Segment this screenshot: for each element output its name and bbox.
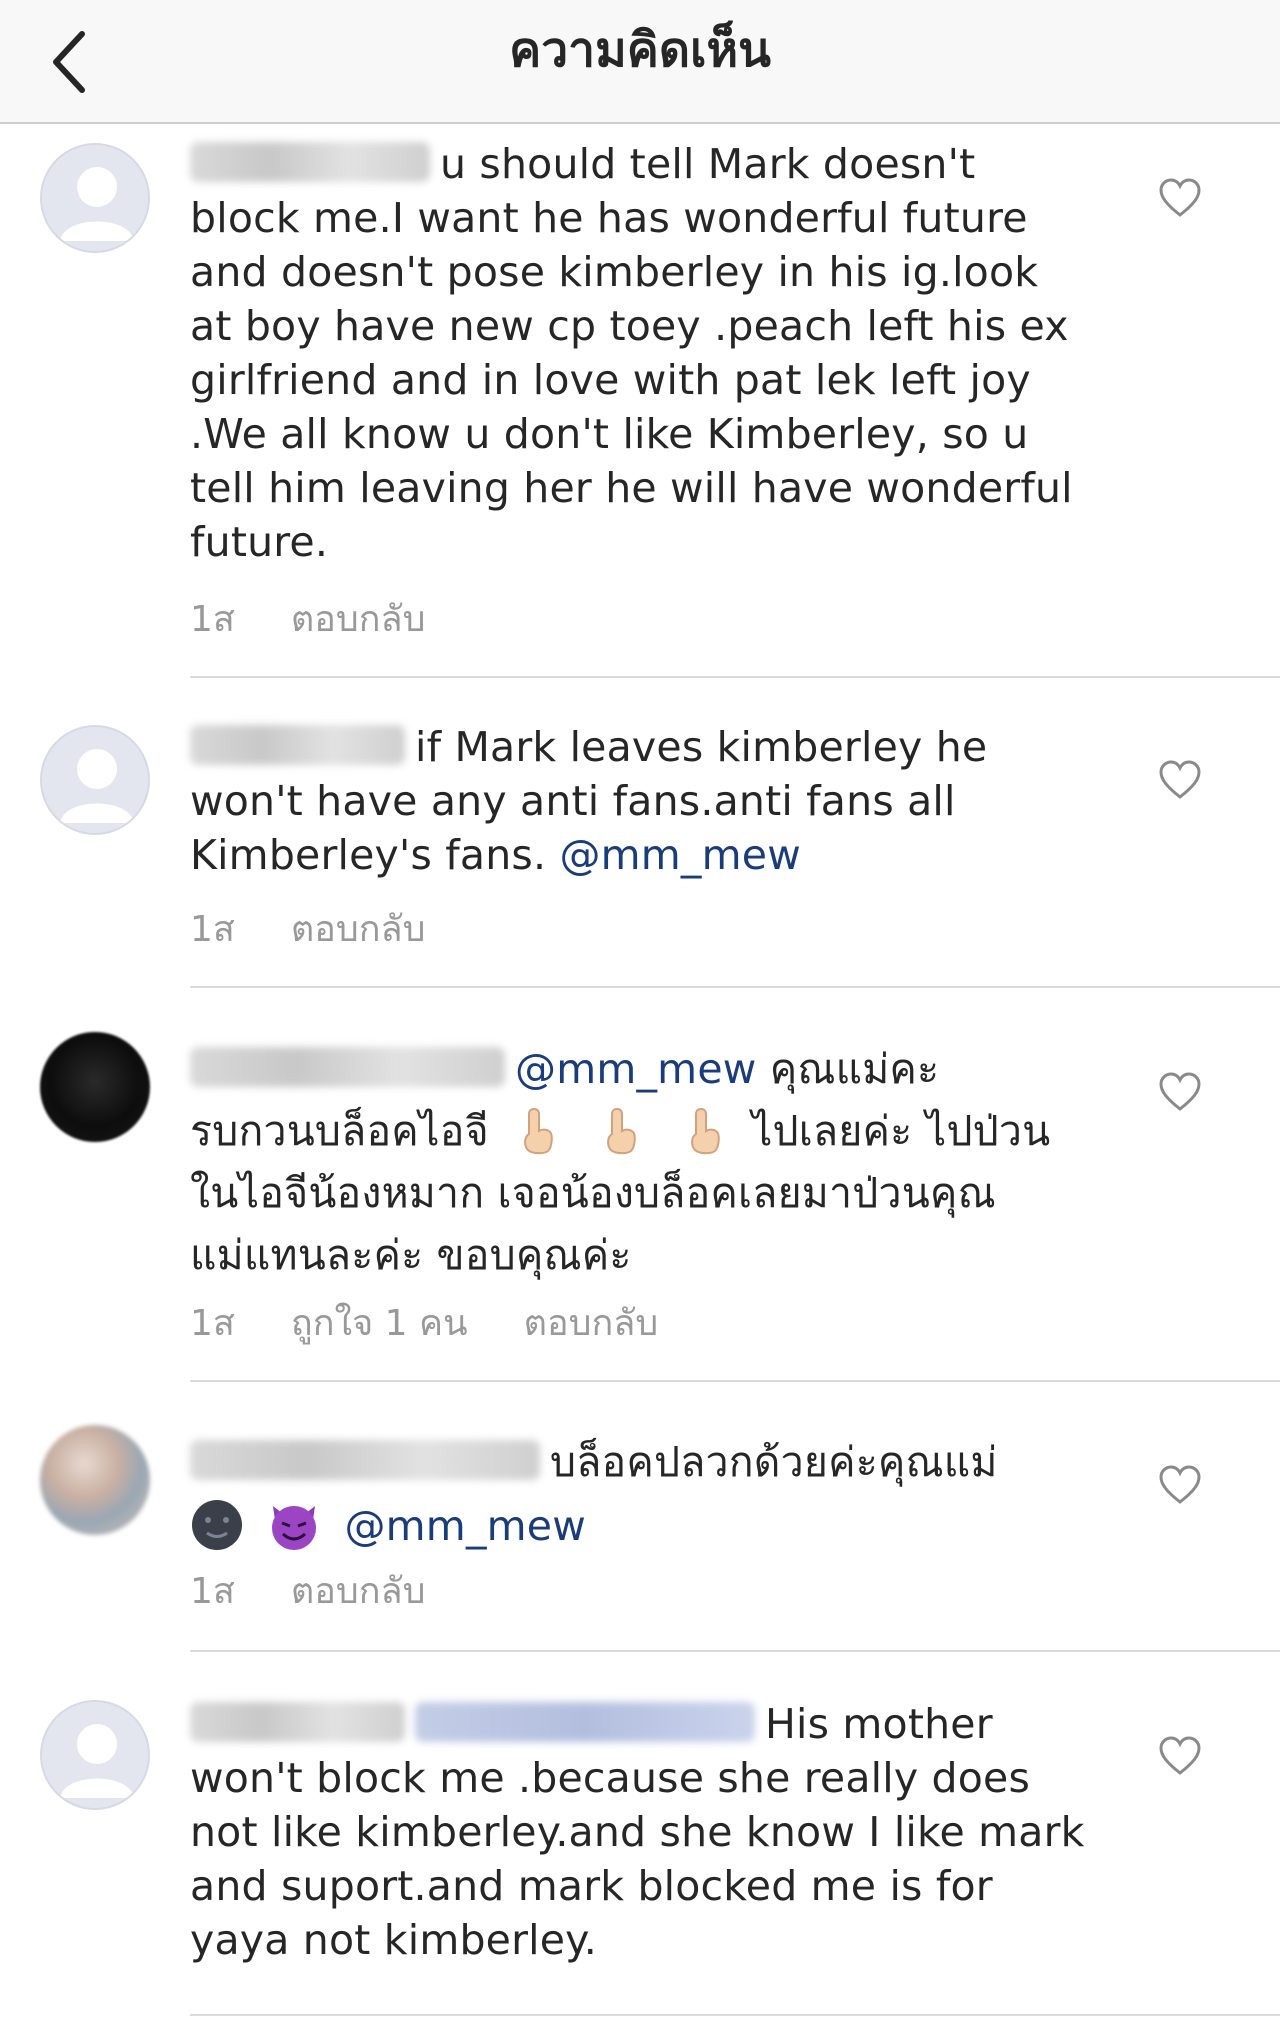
comment-text: if Mark leaves kimberley he won't have a… (190, 720, 1090, 882)
default-user-icon (60, 1724, 134, 1798)
timestamp: 1ส (190, 1303, 235, 1344)
new-moon-face-emoji-icon (192, 1500, 242, 1550)
timestamp: 1ส (190, 909, 235, 950)
comment-meta: 1ส ถูกใจ 1 คน ตอบกลับ (190, 1302, 714, 1346)
mention-link[interactable]: @mm_mew (344, 1502, 585, 1550)
reply-button[interactable]: ตอบกลับ (291, 1570, 426, 1614)
comment-meta: 1ส ตอบกลับ (190, 908, 481, 952)
timestamp: 1ส (190, 1571, 235, 1612)
page-title: ความคิดเห็น (509, 22, 771, 78)
comment-meta: 1ส ตอบกลับ (190, 598, 481, 642)
reply-button[interactable]: ตอบกลับ (291, 908, 426, 952)
mention-blurred[interactable] (415, 1702, 755, 1742)
default-user-icon (60, 749, 134, 823)
comment-body: ไปเลยค่ะ ไปป่วน (751, 1107, 1051, 1155)
comment-text: @mm_mew คุณแม่คะ รบกวนบล็อคไอจี ไปเลยค่ะ… (190, 1038, 1090, 1286)
avatar[interactable] (40, 1700, 150, 1810)
comment-body: แม่แทนละค่ะ ขอบคุณค่ะ (190, 1231, 632, 1279)
heart-outline-icon[interactable] (1158, 760, 1202, 800)
avatar[interactable] (40, 1425, 150, 1535)
divider (190, 2014, 1280, 2016)
comment-text: u should tell Mark doesn't block me.I wa… (190, 137, 1090, 569)
mention-link[interactable]: @mm_mew (559, 831, 800, 879)
username-blurred[interactable] (190, 142, 430, 182)
likes-count[interactable]: ถูกใจ 1 คน (291, 1302, 468, 1346)
avatar[interactable] (40, 1032, 150, 1142)
username-blurred[interactable] (190, 1702, 405, 1742)
username-blurred[interactable] (190, 725, 405, 765)
heart-outline-icon[interactable] (1158, 178, 1202, 218)
heart-outline-icon[interactable] (1158, 1072, 1202, 1112)
divider (190, 1380, 1280, 1382)
comment-body: รบกวนบล็อคไอจี (190, 1107, 489, 1155)
mention-link[interactable]: @mm_mew (515, 1045, 756, 1093)
timestamp: 1ส (190, 599, 235, 640)
divider (190, 676, 1280, 678)
divider (190, 986, 1280, 988)
reply-button[interactable]: ตอบกลับ (524, 1302, 659, 1346)
divider (190, 1650, 1280, 1652)
point-up-emoji-icon (607, 1107, 637, 1155)
smiling-devil-emoji-icon (272, 1506, 317, 1550)
avatar[interactable] (40, 143, 150, 253)
default-user-icon (60, 167, 134, 241)
comment-body: ในไอจีน้องหมาก เจอน้องบล็อคเลยมาป่วนคุณ (190, 1169, 996, 1217)
username-blurred[interactable] (190, 1047, 505, 1087)
comment-body: u should tell Mark doesn't block me.I wa… (190, 140, 1073, 566)
comment-meta: 1ส ตอบกลับ (190, 1570, 481, 1614)
comment-body: บล็อคปลวกด้วยค่ะคุณแม่ (550, 1438, 998, 1486)
heart-outline-icon[interactable] (1158, 1465, 1202, 1505)
comment-body: คุณแม่คะ (769, 1045, 940, 1093)
comment-body: won't block me .because she really does … (190, 1754, 1085, 1964)
reply-button[interactable]: ตอบกลับ (291, 598, 426, 642)
point-up-emoji-icon (524, 1107, 553, 1155)
comment-text: His mother won't block me .because she r… (190, 1697, 1090, 1967)
point-up-emoji-icon (690, 1107, 720, 1155)
top-bar: ความคิดเห็น (0, 0, 1280, 124)
comment-body: His mother (765, 1700, 993, 1748)
username-blurred[interactable] (190, 1440, 540, 1480)
heart-outline-icon[interactable] (1158, 1736, 1202, 1776)
avatar[interactable] (40, 725, 150, 835)
comment-text: บล็อคปลวกด้วยค่ะคุณแม่ @mm_mew (190, 1430, 1090, 1558)
